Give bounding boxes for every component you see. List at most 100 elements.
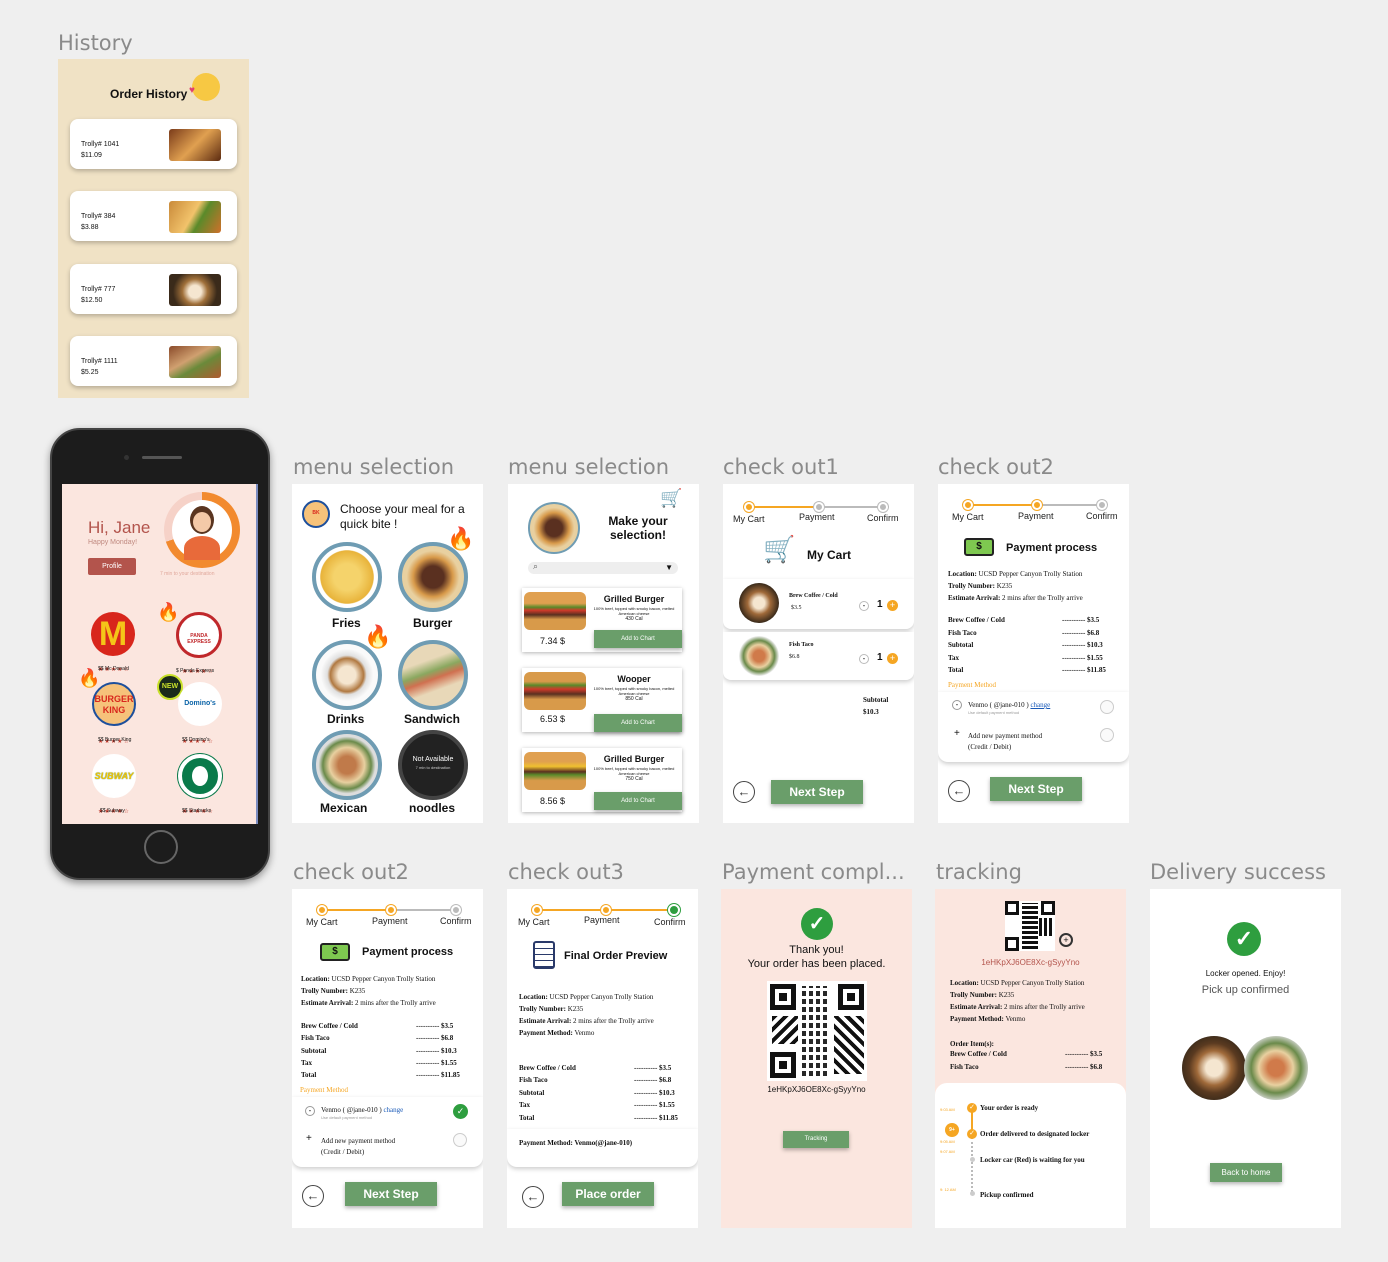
fire-icon: 🔥: [364, 624, 392, 649]
kiss-emoji-icon: [192, 73, 220, 101]
item-name: Grilled Burger: [603, 594, 665, 604]
history-card[interactable]: Trolly# 384 $3.88: [70, 191, 237, 241]
next-step-button[interactable]: Next Step: [771, 780, 863, 804]
checkout2b-screen: My Cart Payment Confirm $ Payment proces…: [292, 889, 483, 1228]
summary-value: ---------- $11.85: [634, 1114, 678, 1122]
step-label: Payment: [372, 916, 408, 926]
step-dot-confirm: [451, 905, 461, 915]
payment-method-line: Payment Method: Venmo(@jane-010): [519, 1139, 633, 1147]
summary-label: Fish Taco: [519, 1076, 548, 1084]
summary-value: ---------- $1.55: [634, 1101, 675, 1109]
subway-logo-text: SUBWAY: [94, 771, 134, 781]
change-link[interactable]: change: [1030, 701, 1050, 709]
search-dropdown[interactable]: ⌕ ▼: [528, 561, 678, 574]
add-icon[interactable]: +: [954, 728, 960, 739]
summary-value: ---------- $11.85: [1062, 666, 1106, 674]
qr-code-icon: [1005, 901, 1055, 951]
quantity: 1: [877, 652, 883, 663]
increment-button[interactable]: +: [887, 600, 898, 611]
timeline-time: 9:03 AM: [940, 1107, 955, 1112]
back-arrow-icon[interactable]: ←: [948, 780, 970, 802]
increment-button[interactable]: +: [887, 653, 898, 664]
category-label: noodles: [409, 801, 456, 815]
subway-logo[interactable]: SUBWAY: [92, 754, 136, 798]
radio-add-method[interactable]: [1100, 728, 1114, 742]
frame-label-tracking: tracking: [936, 860, 1022, 884]
check-selected-icon[interactable]: ✓: [453, 1104, 468, 1119]
decrement-button[interactable]: -: [859, 654, 869, 664]
dominos-logo[interactable]: Domino's: [178, 682, 222, 726]
radio-add-method[interactable]: [453, 1133, 467, 1147]
order-code: 1eHKpXJ6OE8Xc-gSyyYno: [981, 958, 1080, 967]
home-button[interactable]: [144, 830, 178, 864]
collapse-icon[interactable]: -: [952, 700, 962, 710]
avatar[interactable]: [172, 500, 232, 560]
food-thumbnail: [169, 201, 221, 233]
notification-badge[interactable]: 9+: [945, 1123, 959, 1137]
add-to-chart-button[interactable]: Add to Chart: [594, 714, 682, 732]
venmo-option[interactable]: Venmo ( @jane-010 ) change: [968, 701, 1050, 709]
step-dot-cart: [317, 905, 327, 915]
frame-label-delivery: Delivery success: [1150, 860, 1326, 884]
frame-label-checkout2b: check out2: [293, 860, 409, 884]
add-payment-option[interactable]: Add new payment method (Credit / Debit): [968, 731, 1042, 753]
decrement-button[interactable]: -: [859, 601, 869, 611]
not-available-label: Not Available: [412, 756, 454, 763]
back-arrow-icon[interactable]: ←: [522, 1186, 544, 1208]
history-card[interactable]: Trolly# 1041 $11.09: [70, 119, 237, 169]
cart-item: Fish Taco $6.8 - 1 +: [723, 632, 914, 680]
timeline-line: [971, 1137, 973, 1192]
order-placed-line: Your order has been placed.: [747, 958, 886, 970]
burger-king-logo[interactable]: BURGER KING: [92, 682, 136, 726]
category-noodles[interactable]: Not Available 7 min to destination: [398, 730, 468, 800]
payment-method-box: Payment Method: Venmo(@jane-010): [507, 1129, 698, 1167]
venmo-option[interactable]: Venmo ( @jane-010 ) change: [321, 1106, 403, 1114]
item-price: 7.34 $: [540, 636, 566, 646]
collapse-icon[interactable]: -: [305, 1106, 315, 1116]
zoom-icon[interactable]: +: [1059, 933, 1073, 947]
starbucks-logo[interactable]: [178, 754, 222, 798]
fire-icon: 🔥: [78, 668, 101, 688]
change-link[interactable]: change: [383, 1106, 403, 1114]
avatar-body-icon: [184, 536, 220, 560]
add-payment-option[interactable]: Add new payment method (Credit / Debit): [321, 1136, 395, 1158]
step-label: My Cart: [518, 917, 550, 927]
history-card[interactable]: Trolly# 1111 $5.25: [70, 336, 237, 386]
category-fries[interactable]: [312, 542, 382, 612]
timeline-time: 9:07 AM: [940, 1149, 955, 1154]
summary-label: Fish Taco: [301, 1034, 330, 1042]
summary-label: Brew Coffee / Cold: [519, 1064, 576, 1072]
item-price: 8.56 $: [540, 796, 566, 806]
order-price: $3.88: [81, 224, 99, 231]
cart-icon[interactable]: 🛒: [660, 488, 682, 509]
panda-express-logo[interactable]: PANDA EXPRESS: [176, 612, 222, 658]
category-burger[interactable]: [398, 542, 468, 612]
locker-opened-line: Locker opened. Enjoy!: [1205, 969, 1286, 978]
add-to-chart-button[interactable]: Add to Chart: [594, 792, 682, 810]
back-to-home-button[interactable]: Back to home: [1210, 1163, 1282, 1182]
profile-button[interactable]: Profile: [88, 558, 136, 575]
history-card[interactable]: Trolly# 777 $12.50: [70, 264, 237, 314]
progress-line: [968, 504, 1038, 506]
radio-venmo[interactable]: [1100, 700, 1114, 714]
pickup-confirmed-line: Pick up confirmed: [1201, 984, 1290, 996]
food-thumbnail: [169, 274, 221, 306]
category-sandwich[interactable]: [398, 640, 468, 710]
summary-label: Tax: [519, 1101, 531, 1109]
tracking-button[interactable]: Tracking: [783, 1131, 849, 1148]
next-step-button[interactable]: Next Step: [990, 777, 1082, 801]
success-check-icon: ✓: [801, 908, 833, 940]
add-to-chart-button[interactable]: Add to Chart: [594, 630, 682, 648]
step-dot-confirm: [1097, 500, 1107, 510]
back-arrow-icon[interactable]: ←: [733, 781, 755, 803]
menu2-title: Make your selection!: [608, 514, 668, 542]
place-order-button[interactable]: Place order: [562, 1182, 654, 1206]
mcdonalds-logo[interactable]: M: [91, 612, 135, 656]
cart-item: Brew Coffee / Cold $3.5 - 1 +: [723, 579, 914, 629]
back-arrow-icon[interactable]: ←: [302, 1185, 324, 1207]
add-icon[interactable]: +: [306, 1133, 312, 1144]
step-dot-payment: [814, 502, 824, 512]
category-drinks[interactable]: [312, 640, 382, 710]
next-step-button[interactable]: Next Step: [345, 1182, 437, 1206]
category-mexican[interactable]: [312, 730, 382, 800]
